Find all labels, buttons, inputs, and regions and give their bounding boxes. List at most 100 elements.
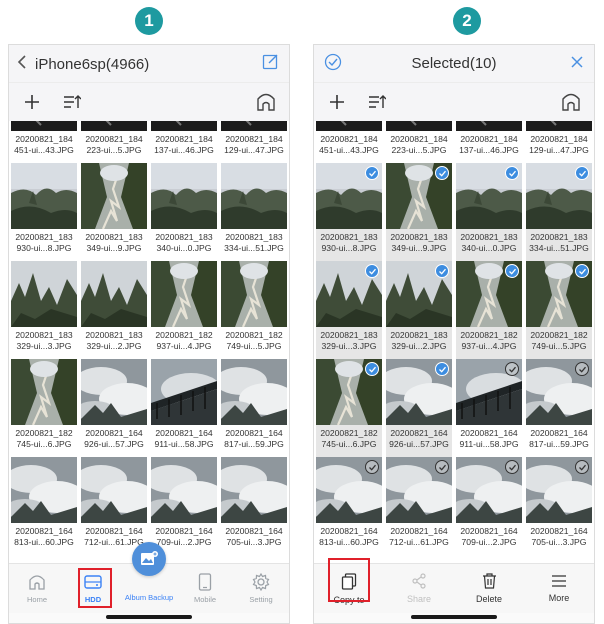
checkbox-unchecked-icon[interactable] — [505, 460, 519, 474]
photo-thumbnail[interactable] — [316, 121, 382, 131]
photo-thumbnail[interactable] — [11, 359, 77, 425]
photo-item[interactable]: 20200821_182 937-ui...4.JPG — [456, 261, 522, 359]
photo-thumbnail[interactable] — [386, 457, 452, 523]
photo-item[interactable]: 20200821_164 926-ui...57.JPG — [81, 359, 147, 457]
photo-thumbnail[interactable] — [11, 261, 77, 327]
photo-item[interactable]: 20200821_184 129-ui...47.JPG — [526, 121, 592, 163]
checkbox-checked-icon[interactable] — [505, 166, 519, 180]
photo-thumbnail[interactable] — [151, 261, 217, 327]
photo-thumbnail[interactable] — [456, 359, 522, 425]
photo-thumbnail[interactable] — [456, 457, 522, 523]
photo-item[interactable]: 20200821_184 137-ui...46.JPG — [151, 121, 217, 163]
checkbox-checked-icon[interactable] — [365, 264, 379, 278]
photo-item[interactable]: 20200821_164 705-ui...3.JPG — [526, 457, 592, 555]
photo-thumbnail[interactable] — [81, 121, 147, 131]
select-all-icon[interactable] — [324, 53, 342, 76]
add-button[interactable] — [19, 89, 45, 115]
photo-item[interactable]: 20200821_182 745-ui...6.JPG — [11, 359, 77, 457]
photo-thumbnail[interactable] — [151, 359, 217, 425]
checkbox-checked-icon[interactable] — [575, 166, 589, 180]
photo-item[interactable]: 20200821_164 911-ui...58.JPG — [456, 359, 522, 457]
photo-thumbnail[interactable] — [81, 261, 147, 327]
photo-item[interactable]: 20200821_164 709-ui...2.JPG — [151, 457, 217, 555]
checkbox-checked-icon[interactable] — [575, 264, 589, 278]
photo-item[interactable]: 20200821_164 813-ui...60.JPG — [11, 457, 77, 555]
photo-item[interactable]: 20200821_164 813-ui...60.JPG — [316, 457, 382, 555]
photo-item[interactable]: 20200821_182 749-ui...5.JPG — [221, 261, 287, 359]
photo-thumbnail[interactable] — [386, 359, 452, 425]
tab-album-backup[interactable]: Album Backup — [121, 542, 177, 613]
photo-item[interactable]: 20200821_183 349-ui...9.JPG — [386, 163, 452, 261]
photo-thumbnail[interactable] — [386, 163, 452, 229]
photo-thumbnail[interactable] — [151, 121, 217, 131]
photo-item[interactable]: 20200821_164 817-ui...59.JPG — [221, 359, 287, 457]
photo-thumbnail[interactable] — [526, 359, 592, 425]
photo-item[interactable]: 20200821_183 340-ui...0.JPG — [151, 163, 217, 261]
checkbox-checked-icon[interactable] — [365, 362, 379, 376]
checkbox-checked-icon[interactable] — [435, 362, 449, 376]
delete-button[interactable]: Delete — [454, 564, 524, 613]
photo-item[interactable]: 20200821_184 223-ui...5.JPG — [386, 121, 452, 163]
photo-item[interactable]: 20200821_182 749-ui...5.JPG — [526, 261, 592, 359]
photo-item[interactable]: 20200821_183 329-ui...3.JPG — [316, 261, 382, 359]
checkbox-unchecked-icon[interactable] — [575, 362, 589, 376]
photo-thumbnail[interactable] — [316, 457, 382, 523]
sort-button[interactable] — [59, 89, 85, 115]
photo-thumbnail[interactable] — [81, 359, 147, 425]
photo-item[interactable]: 20200821_184 129-ui...47.JPG — [221, 121, 287, 163]
photo-item[interactable]: 20200821_183 334-ui...51.JPG — [526, 163, 592, 261]
photo-thumbnail[interactable] — [151, 163, 217, 229]
album-backup-icon[interactable] — [132, 542, 166, 576]
photo-item[interactable]: 20200821_183 334-ui...51.JPG — [221, 163, 287, 261]
photo-thumbnail[interactable] — [221, 121, 287, 131]
photo-thumbnail[interactable] — [221, 163, 287, 229]
photo-thumbnail[interactable] — [11, 163, 77, 229]
photo-item[interactable]: 20200821_183 329-ui...2.JPG — [81, 261, 147, 359]
photo-item[interactable]: 20200821_184 223-ui...5.JPG — [81, 121, 147, 163]
photo-thumbnail[interactable] — [526, 121, 592, 131]
photo-item[interactable]: 20200821_164 911-ui...58.JPG — [151, 359, 217, 457]
photo-thumbnail[interactable] — [526, 457, 592, 523]
photo-item[interactable]: 20200821_182 745-ui...6.JPG — [316, 359, 382, 457]
photo-thumbnail[interactable] — [316, 359, 382, 425]
photo-thumbnail[interactable] — [221, 457, 287, 523]
photo-item[interactable]: 20200821_164 712-ui...61.JPG — [81, 457, 147, 555]
photo-item[interactable]: 20200821_164 705-ui...3.JPG — [221, 457, 287, 555]
checkbox-unchecked-icon[interactable] — [365, 460, 379, 474]
photo-item[interactable]: 20200821_183 930-ui...8.JPG — [11, 163, 77, 261]
checkbox-checked-icon[interactable] — [505, 264, 519, 278]
photo-thumbnail[interactable] — [81, 163, 147, 229]
checkbox-checked-icon[interactable] — [435, 166, 449, 180]
photo-thumbnail[interactable] — [316, 163, 382, 229]
photo-thumbnail[interactable] — [526, 261, 592, 327]
photo-thumbnail[interactable] — [526, 163, 592, 229]
tab-home[interactable]: Home — [9, 564, 65, 613]
checkbox-checked-icon[interactable] — [435, 264, 449, 278]
photo-thumbnail[interactable] — [456, 261, 522, 327]
photo-thumbnail[interactable] — [221, 261, 287, 327]
photo-item[interactable]: 20200821_164 712-ui...61.JPG — [386, 457, 452, 555]
back-button[interactable]: iPhone6sp(4966) — [17, 55, 149, 73]
checkbox-unchecked-icon[interactable] — [435, 460, 449, 474]
photo-item[interactable]: 20200821_183 349-ui...9.JPG — [81, 163, 147, 261]
photo-item[interactable]: 20200821_184 137-ui...46.JPG — [456, 121, 522, 163]
photo-thumbnail[interactable] — [151, 457, 217, 523]
checkbox-unchecked-icon[interactable] — [505, 362, 519, 376]
edit-icon[interactable] — [262, 53, 279, 75]
photo-thumbnail[interactable] — [316, 261, 382, 327]
photo-item[interactable]: 20200821_164 817-ui...59.JPG — [526, 359, 592, 457]
photo-item[interactable]: 20200821_182 937-ui...4.JPG — [151, 261, 217, 359]
sort-button[interactable] — [364, 89, 390, 115]
more-button[interactable]: More — [524, 564, 594, 613]
photo-item[interactable]: 20200821_164 709-ui...2.JPG — [456, 457, 522, 555]
photo-item[interactable]: 20200821_184 451-ui...43.JPG — [316, 121, 382, 163]
tab-mobile[interactable]: Mobile — [177, 564, 233, 613]
photo-thumbnail[interactable] — [11, 121, 77, 131]
home-nav-button[interactable] — [558, 89, 584, 115]
photo-thumbnail[interactable] — [221, 359, 287, 425]
tab-setting[interactable]: Setting — [233, 564, 289, 613]
photo-thumbnail[interactable] — [456, 121, 522, 131]
photo-thumbnail[interactable] — [386, 121, 452, 131]
checkbox-checked-icon[interactable] — [365, 166, 379, 180]
photo-item[interactable]: 20200821_183 329-ui...3.JPG — [11, 261, 77, 359]
